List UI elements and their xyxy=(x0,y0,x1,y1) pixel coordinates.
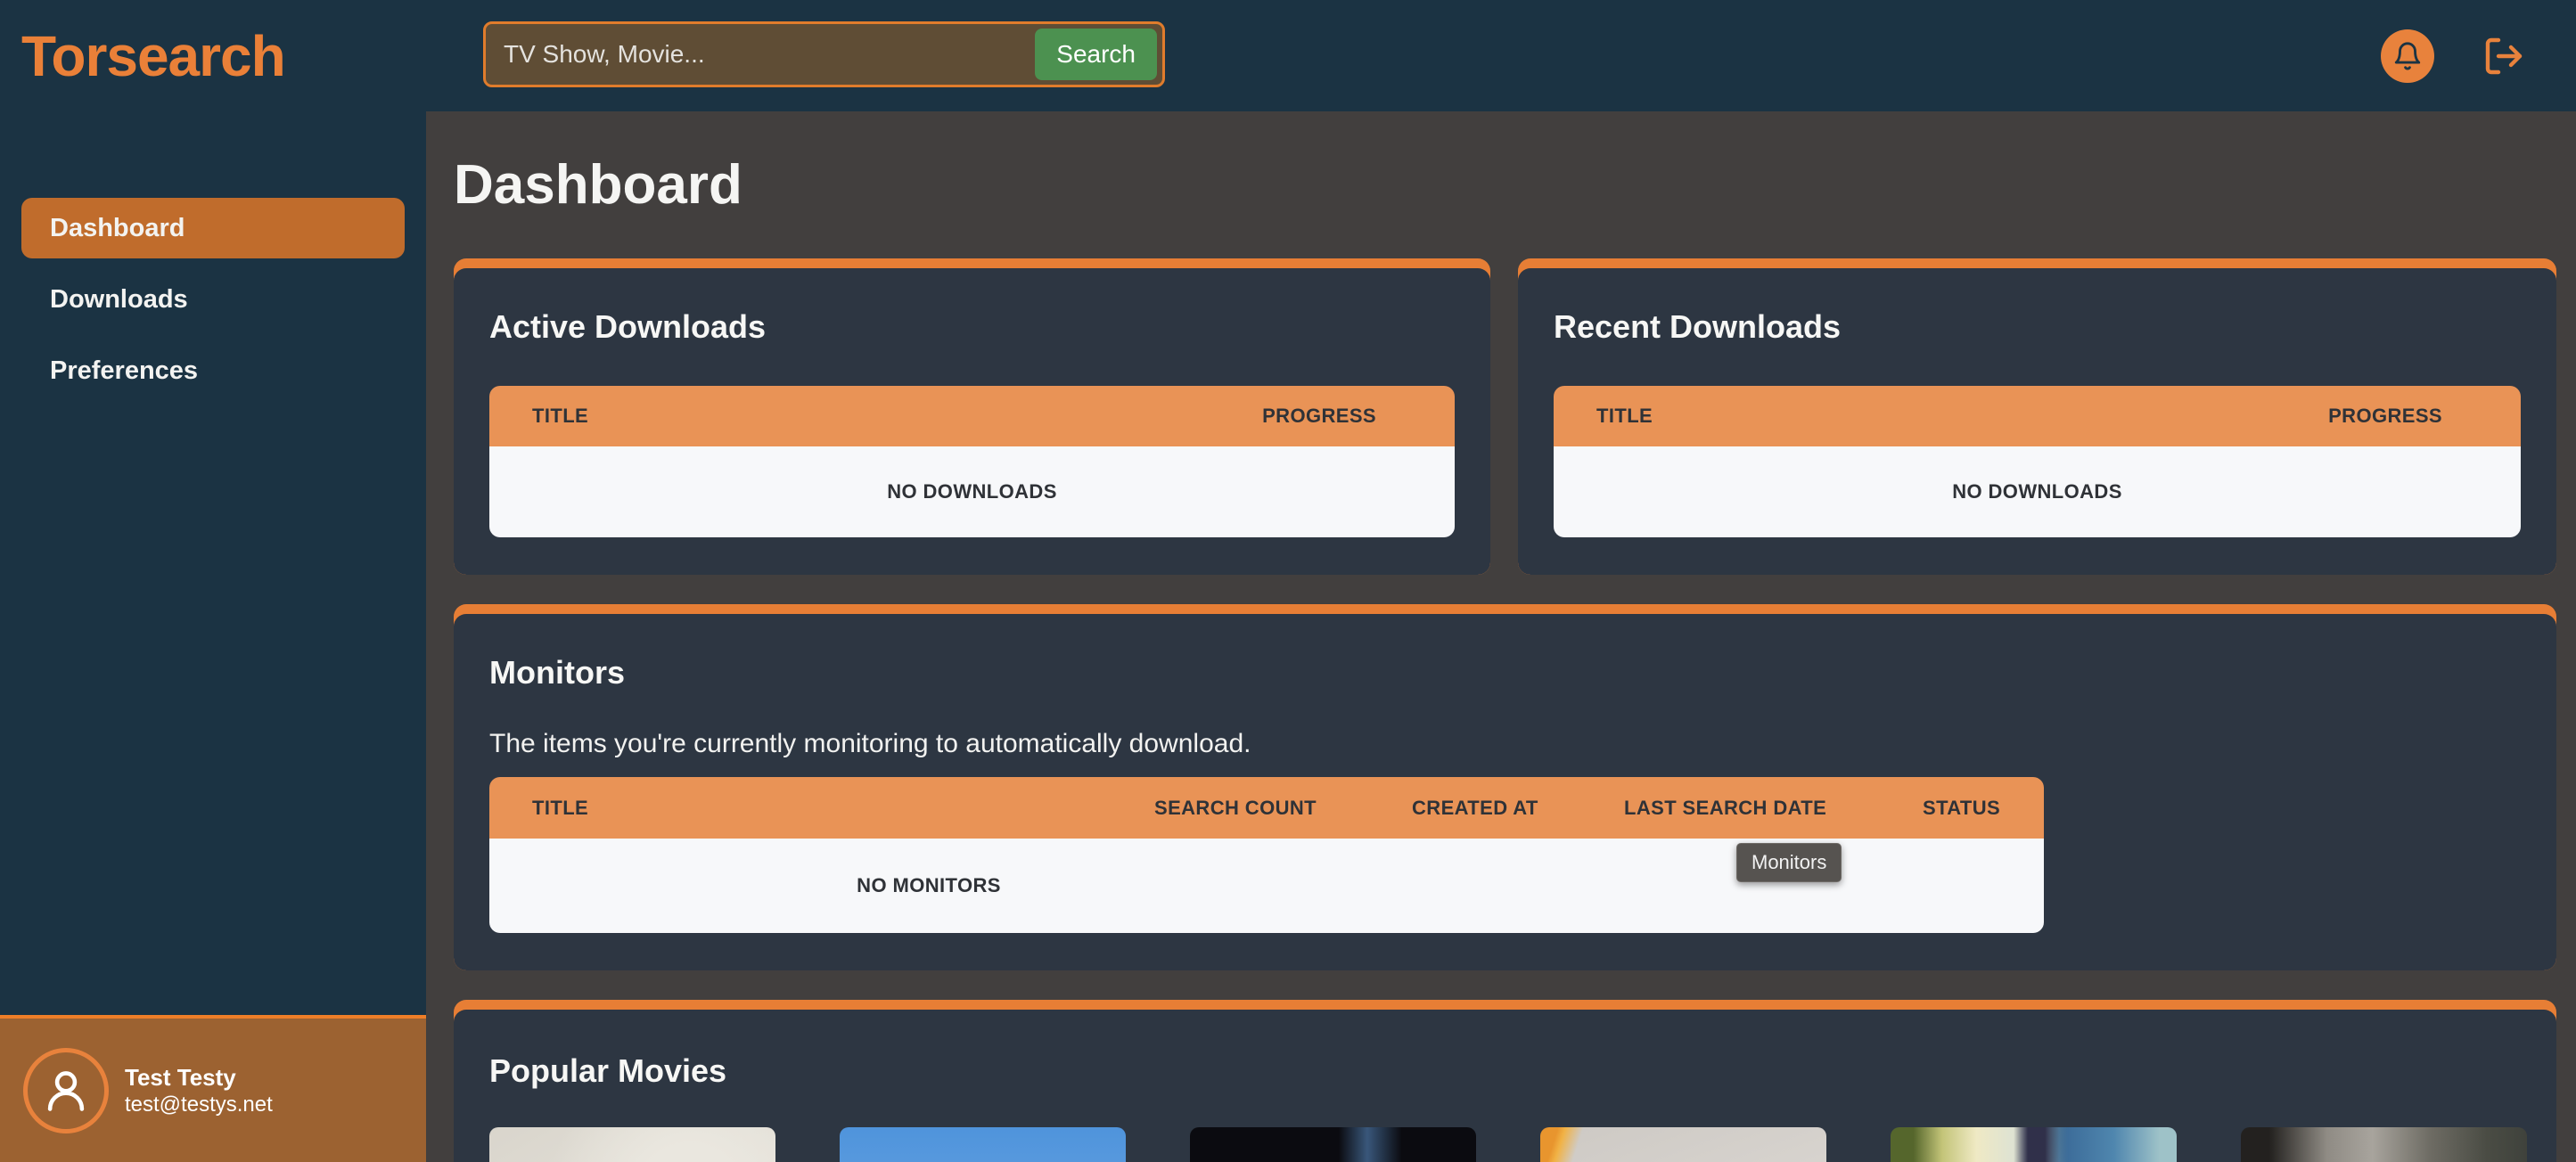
active-downloads-card: Active Downloads TITLE PROGRESS NO DOWNL… xyxy=(454,258,1490,575)
user-panel[interactable]: Test Testy test@testys.net xyxy=(0,1015,426,1162)
logout-icon xyxy=(2482,35,2525,78)
recent-downloads-title: Recent Downloads xyxy=(1554,309,2521,345)
active-downloads-table: TITLE PROGRESS NO DOWNLOADS xyxy=(489,386,1455,537)
column-title: TITLE xyxy=(1596,405,1653,428)
user-icon xyxy=(40,1065,92,1117)
sidebar-item-dashboard[interactable]: Dashboard xyxy=(21,198,405,258)
page-title: Dashboard xyxy=(454,156,2556,215)
search-input[interactable] xyxy=(486,24,1035,85)
column-progress: PROGRESS xyxy=(2328,405,2442,428)
monitors-card: Monitors The items you're currently moni… xyxy=(454,604,2556,970)
empty-state-row: NO DOWNLOADS xyxy=(489,446,1455,537)
column-last-search-date: LAST SEARCH DATE xyxy=(1624,797,1923,820)
sidebar-item-preferences[interactable]: Preferences xyxy=(21,340,405,401)
sidebar-nav: Dashboard Downloads Preferences xyxy=(0,111,426,401)
movie-poster[interactable] xyxy=(1190,1127,1476,1162)
main-content: Dashboard Active Downloads TITLE PROGRES… xyxy=(426,111,2576,1162)
user-meta: Test Testy test@testys.net xyxy=(125,1063,273,1118)
sidebar-item-label: Preferences xyxy=(50,356,198,386)
monitors-tooltip: Monitors xyxy=(1736,843,1842,882)
monitors-title: Monitors xyxy=(489,655,2521,691)
table-header: TITLE SEARCH COUNT CREATED AT LAST SEARC… xyxy=(489,777,2044,839)
recent-downloads-card: Recent Downloads TITLE PROGRESS NO DOWNL… xyxy=(1518,258,2556,575)
user-name: Test Testy xyxy=(125,1063,273,1092)
downloads-cards-row: Active Downloads TITLE PROGRESS NO DOWNL… xyxy=(454,258,2556,575)
column-status: STATUS xyxy=(1923,797,2044,820)
top-header: Torsearch Search xyxy=(0,0,2576,111)
monitors-description: The items you're currently monitoring to… xyxy=(489,728,2521,760)
sidebar: Dashboard Downloads Preferences Test Tes… xyxy=(0,111,426,1162)
popular-movies-card: Popular Movies xyxy=(454,1000,2556,1162)
column-progress: PROGRESS xyxy=(1262,405,1376,428)
movie-poster[interactable] xyxy=(1540,1127,1826,1162)
movie-poster[interactable] xyxy=(2241,1127,2527,1162)
movie-poster[interactable] xyxy=(489,1127,775,1162)
column-search-count: SEARCH COUNT xyxy=(1154,797,1412,820)
movie-poster[interactable] xyxy=(1891,1127,2177,1162)
header-actions xyxy=(2381,29,2576,83)
sidebar-item-downloads[interactable]: Downloads xyxy=(21,269,405,330)
poster-row xyxy=(489,1127,2521,1162)
bell-icon xyxy=(2392,41,2423,71)
sidebar-item-label: Downloads xyxy=(50,285,188,315)
column-created-at: CREATED AT xyxy=(1412,797,1624,820)
column-title: TITLE xyxy=(489,797,1154,820)
user-email: test@testys.net xyxy=(125,1092,273,1118)
search-button[interactable]: Search xyxy=(1035,29,1157,80)
column-title: TITLE xyxy=(532,405,588,428)
popular-movies-title: Popular Movies xyxy=(489,1053,2521,1089)
sidebar-item-label: Dashboard xyxy=(50,214,185,243)
avatar xyxy=(23,1048,109,1133)
search-bar: Search xyxy=(483,21,1165,87)
active-downloads-title: Active Downloads xyxy=(489,309,1455,345)
table-header: TITLE PROGRESS xyxy=(1554,386,2521,446)
app-logo: Torsearch xyxy=(21,28,285,85)
notifications-button[interactable] xyxy=(2381,29,2434,83)
recent-downloads-table: TITLE PROGRESS NO DOWNLOADS xyxy=(1554,386,2521,537)
logout-button[interactable] xyxy=(2482,35,2525,78)
table-header: TITLE PROGRESS xyxy=(489,386,1455,446)
empty-state-row: NO DOWNLOADS xyxy=(1554,446,2521,537)
movie-poster[interactable] xyxy=(840,1127,1126,1162)
